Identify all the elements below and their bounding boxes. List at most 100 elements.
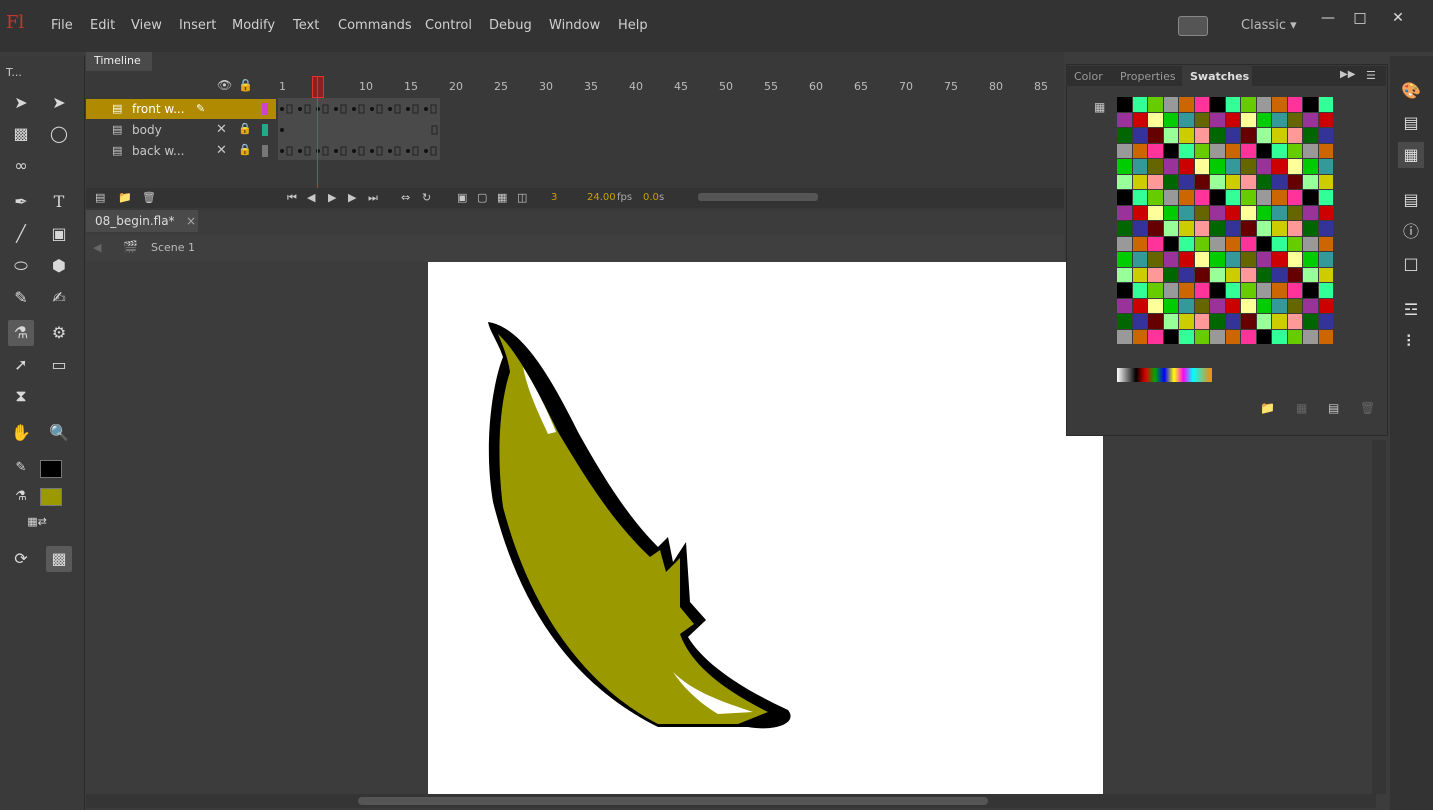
color-swatch[interactable] bbox=[1272, 252, 1287, 267]
delete-layer-icon[interactable]: 🗑 bbox=[142, 191, 156, 204]
oval-tool-icon[interactable]: ⬭ bbox=[8, 253, 34, 279]
color-swatch[interactable] bbox=[1318, 159, 1333, 174]
color-swatch[interactable] bbox=[1194, 205, 1209, 220]
color-swatch[interactable] bbox=[1272, 174, 1287, 189]
loop-icon[interactable]: ↻ bbox=[422, 191, 431, 204]
onion-skin-outlines-icon[interactable]: ▢ bbox=[477, 191, 487, 204]
color-swatch[interactable] bbox=[1179, 314, 1194, 329]
align-icon[interactable]: ▤ bbox=[1398, 187, 1424, 213]
color-swatch[interactable] bbox=[1272, 221, 1287, 236]
properties-icon[interactable]: ▤ bbox=[1398, 110, 1424, 136]
line-tool-icon[interactable]: ╱ bbox=[8, 221, 34, 247]
color-swatch[interactable] bbox=[1318, 221, 1333, 236]
hidden-x-icon[interactable]: ✕ bbox=[216, 122, 227, 137]
color-swatch[interactable] bbox=[1194, 97, 1209, 112]
color-swatch[interactable] bbox=[1256, 97, 1271, 112]
color-swatch[interactable] bbox=[1117, 252, 1132, 267]
color-swatch[interactable] bbox=[1132, 159, 1147, 174]
color-swatch[interactable] bbox=[1287, 221, 1302, 236]
color-swatch[interactable] bbox=[1194, 174, 1209, 189]
timeline-scrollbar[interactable] bbox=[698, 193, 818, 201]
color-swatch[interactable] bbox=[1318, 205, 1333, 220]
tab-color[interactable]: Color bbox=[1074, 70, 1103, 83]
color-swatch[interactable] bbox=[1179, 267, 1194, 282]
color-swatch[interactable] bbox=[1256, 143, 1271, 158]
menu-help[interactable]: Help bbox=[618, 18, 648, 33]
color-swatch[interactable] bbox=[1132, 236, 1147, 251]
color-swatch[interactable] bbox=[1303, 174, 1318, 189]
color-swatch[interactable] bbox=[1132, 143, 1147, 158]
lock-icon[interactable]: 🔒 bbox=[238, 122, 252, 135]
new-layer-icon[interactable]: ▤ bbox=[95, 191, 105, 204]
color-swatch[interactable] bbox=[1163, 128, 1178, 143]
color-swatch[interactable] bbox=[1163, 221, 1178, 236]
color-swatch[interactable] bbox=[1287, 205, 1302, 220]
color-swatch[interactable] bbox=[1318, 236, 1333, 251]
menu-insert[interactable]: Insert bbox=[179, 18, 216, 33]
color-swatch[interactable] bbox=[1303, 298, 1318, 313]
color-swatch[interactable] bbox=[1241, 112, 1256, 127]
color-swatch[interactable] bbox=[1241, 190, 1256, 205]
color-swatch[interactable] bbox=[1272, 314, 1287, 329]
color-swatch[interactable] bbox=[1256, 329, 1271, 344]
color-swatch[interactable] bbox=[1272, 112, 1287, 127]
color-swatch[interactable] bbox=[1210, 97, 1225, 112]
color-swatch[interactable] bbox=[1179, 221, 1194, 236]
center-frame-icon[interactable]: ⇔ bbox=[401, 191, 410, 204]
color-swatch[interactable] bbox=[1132, 128, 1147, 143]
color-swatch[interactable] bbox=[1148, 159, 1163, 174]
color-swatch[interactable] bbox=[1241, 205, 1256, 220]
new-folder-icon[interactable]: 📁 bbox=[118, 191, 132, 204]
color-swatch[interactable] bbox=[1241, 252, 1256, 267]
color-swatch[interactable] bbox=[1179, 128, 1194, 143]
color-swatch[interactable] bbox=[1287, 236, 1302, 251]
color-swatch[interactable] bbox=[1287, 128, 1302, 143]
menu-window[interactable]: Window bbox=[549, 18, 600, 33]
color-swatch[interactable] bbox=[1225, 267, 1240, 282]
color-swatch[interactable] bbox=[1318, 314, 1333, 329]
elapsed-time[interactable]: 0.0 bbox=[643, 192, 659, 203]
layer-color-outline[interactable] bbox=[262, 145, 268, 157]
color-swatch[interactable] bbox=[1210, 267, 1225, 282]
color-swatch[interactable] bbox=[1287, 159, 1302, 174]
color-swatch[interactable] bbox=[1256, 174, 1271, 189]
color-swatch[interactable] bbox=[1287, 174, 1302, 189]
color-swatch[interactable] bbox=[1117, 236, 1132, 251]
color-swatch[interactable] bbox=[1148, 143, 1163, 158]
color-swatch[interactable] bbox=[1303, 205, 1318, 220]
color-swatch[interactable] bbox=[1210, 190, 1225, 205]
add-swatch-icon[interactable]: ▤ bbox=[1328, 401, 1339, 415]
lasso-tool-icon[interactable]: ∞ bbox=[8, 153, 34, 179]
color-swatch[interactable] bbox=[1179, 112, 1194, 127]
modify-onion-markers-icon[interactable]: ◫ bbox=[517, 191, 527, 204]
color-swatch[interactable] bbox=[1225, 221, 1240, 236]
edit-multiple-frames-icon[interactable]: ▦ bbox=[497, 191, 507, 204]
color-swatch[interactable] bbox=[1194, 236, 1209, 251]
color-palette-icon[interactable]: 🎨 bbox=[1398, 78, 1424, 104]
color-swatch[interactable] bbox=[1194, 190, 1209, 205]
show-hide-all-icon[interactable]: 👁 bbox=[217, 78, 232, 92]
new-folder-icon[interactable]: 📁 bbox=[1260, 401, 1275, 415]
color-swatch[interactable] bbox=[1148, 314, 1163, 329]
color-swatch[interactable] bbox=[1272, 205, 1287, 220]
color-swatch[interactable] bbox=[1210, 174, 1225, 189]
play-icon[interactable]: ▶ bbox=[328, 191, 336, 204]
color-swatch[interactable] bbox=[1148, 174, 1163, 189]
menu-view[interactable]: View bbox=[131, 18, 162, 33]
color-swatch[interactable] bbox=[1256, 205, 1271, 220]
color-swatch[interactable] bbox=[1225, 112, 1240, 127]
bone-tool-icon[interactable]: ⧗ bbox=[8, 383, 34, 409]
current-frame[interactable]: 3 bbox=[551, 192, 557, 203]
snap-to-objects-icon[interactable]: ⟳ bbox=[8, 546, 34, 572]
color-swatch[interactable] bbox=[1148, 267, 1163, 282]
color-swatch[interactable] bbox=[1287, 190, 1302, 205]
library-icon[interactable]: ☲ bbox=[1398, 297, 1424, 323]
color-swatch[interactable] bbox=[1210, 159, 1225, 174]
color-swatch[interactable] bbox=[1318, 112, 1333, 127]
color-swatch[interactable] bbox=[1225, 97, 1240, 112]
color-swatch[interactable] bbox=[1287, 252, 1302, 267]
color-swatch[interactable] bbox=[1148, 298, 1163, 313]
playhead-handle[interactable] bbox=[312, 76, 324, 98]
color-swatch[interactable] bbox=[1194, 329, 1209, 344]
color-swatch[interactable] bbox=[1225, 174, 1240, 189]
